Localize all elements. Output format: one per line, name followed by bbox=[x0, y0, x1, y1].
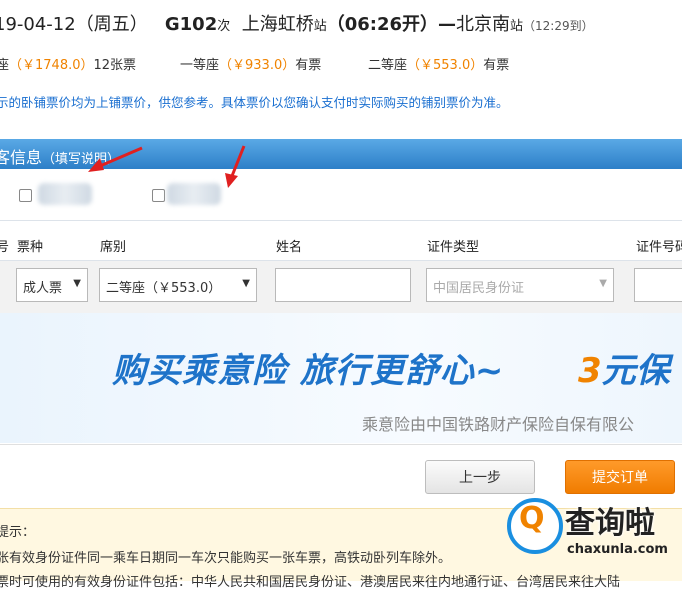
from-station: 上海虹桥 bbox=[241, 14, 314, 35]
seat-item: 座（￥1748.0）12张票 bbox=[0, 58, 137, 73]
caret-down-icon: ▼ bbox=[242, 278, 250, 289]
name-input[interactable] bbox=[275, 268, 411, 302]
col-header: 姓名 bbox=[276, 240, 303, 255]
passenger-form-row: 成人票 ▼ 二等座（￥553.0） ▼ 中国居民身份证 ▼ bbox=[0, 260, 682, 313]
passenger-checkbox[interactable] bbox=[152, 189, 165, 202]
col-header: 证件类型 bbox=[427, 240, 480, 255]
watermark-domain: chaxunla.com bbox=[567, 542, 668, 557]
passenger-checkbox[interactable] bbox=[19, 189, 32, 202]
id-number-input[interactable] bbox=[634, 268, 682, 302]
ticket-type-select[interactable]: 成人票 ▼ bbox=[16, 268, 88, 302]
passenger-select-row bbox=[0, 170, 682, 221]
submit-order-button[interactable]: 提交订单 bbox=[565, 460, 675, 494]
col-header: 席别 bbox=[100, 240, 127, 255]
blurred-passenger-name bbox=[167, 183, 221, 205]
tips-title: 提示： bbox=[0, 525, 36, 540]
watermark-name: 查询啦 bbox=[565, 506, 655, 541]
caret-down-icon: ▼ bbox=[599, 278, 607, 289]
train-number: G102 bbox=[164, 14, 218, 35]
col-header: 票种 bbox=[17, 240, 44, 255]
col-header: 证件号码 bbox=[636, 240, 682, 255]
blurred-passenger-name bbox=[38, 183, 92, 205]
passenger-table-header: 号 票种 席别 姓名 证件类型 证件号码 bbox=[0, 232, 682, 258]
col-header: 号 bbox=[0, 240, 10, 255]
ad-subline: 乘意险由中国铁路财产保险自保有限公 bbox=[362, 415, 635, 434]
previous-step-button[interactable]: 上一步 bbox=[425, 460, 535, 494]
section-title: 客信息 bbox=[0, 148, 43, 167]
depart-time: （06:26开） bbox=[326, 14, 439, 35]
travel-date: 19-04-12 bbox=[0, 14, 76, 35]
fill-instructions-link[interactable]: （填写说明） bbox=[42, 152, 120, 167]
passenger-section-header: 客信息（填写说明） bbox=[0, 139, 682, 169]
ad-headline: 购买乘意险 旅行更舒心~ bbox=[112, 351, 505, 391]
train-info-line: 19-04-12（周五） G102次 上海虹桥站（06:26开）—北京南站（12… bbox=[0, 10, 594, 36]
weekday: （周五） bbox=[75, 14, 148, 35]
seat-item: 一等座（￥933.0）有票 bbox=[180, 58, 322, 73]
watermark-logo: Q 查询啦 chaxunla.com bbox=[505, 492, 680, 578]
ad-promo: 3元保 bbox=[578, 351, 670, 391]
insurance-ad-banner[interactable]: 购买乘意险 旅行更舒心~ 3元保 乘意险由中国铁路财产保险自保有限公 bbox=[0, 313, 682, 443]
id-type-select[interactable]: 中国居民身份证 ▼ bbox=[426, 268, 614, 302]
seat-class-select[interactable]: 二等座（￥553.0） ▼ bbox=[99, 268, 257, 302]
seat-item: 二等座（￥553.0）有票 bbox=[368, 58, 510, 73]
price-note: 示的卧铺票价均为上铺票价，供您参考。具体票价以您确认支付时实际购买的铺别票价为准… bbox=[0, 95, 509, 110]
caret-down-icon: ▼ bbox=[73, 278, 81, 289]
to-station: 北京南 bbox=[456, 14, 511, 35]
q-logo-icon: Q bbox=[519, 501, 545, 536]
arrive-time: （12:29到） bbox=[523, 19, 594, 33]
tips-line: 张有效身份证件同一乘车日期同一车次只能购买一张车票，高铁动卧列车除外。 bbox=[0, 551, 452, 566]
